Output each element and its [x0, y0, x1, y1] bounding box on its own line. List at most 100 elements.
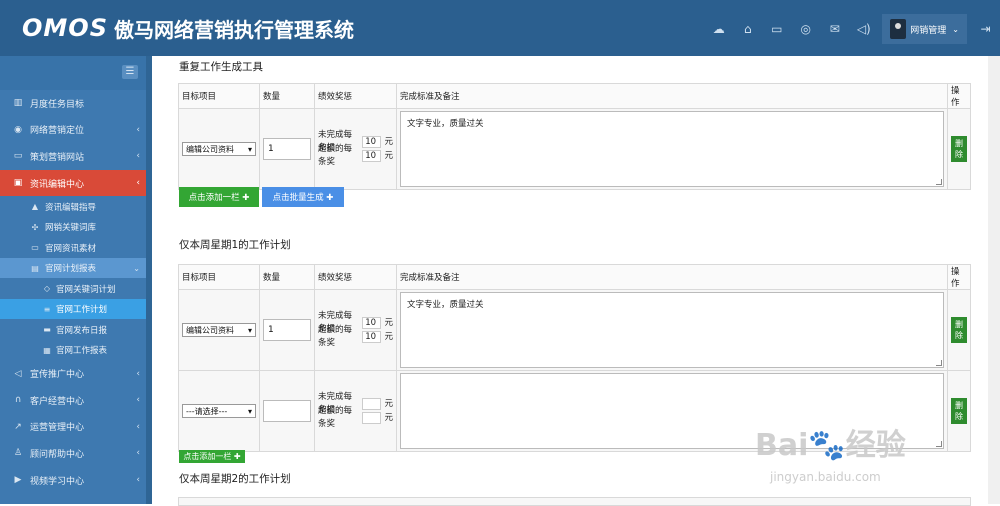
sidebar-item-website[interactable]: ▭ 策划营销网站 ‹ — [0, 143, 152, 170]
sidebar-item-help[interactable]: ♙ 顾问帮助中心 ‹ — [0, 440, 152, 467]
qty-input[interactable] — [263, 400, 311, 422]
main-scrollbar[interactable] — [988, 56, 1000, 504]
location-icon: ◉ — [14, 124, 22, 135]
sidebar-item-promotion[interactable]: ◁ 宣传推广中心 ‹ — [0, 360, 152, 387]
col-note: 完成标准及备注 — [396, 83, 948, 109]
unit-label: 元 — [384, 136, 393, 147]
list-icon: ≡ — [43, 304, 51, 314]
sidebar-subitem-keyword-plan[interactable]: ◇ 官网关键词计划 — [0, 278, 152, 299]
penalty-input[interactable] — [362, 398, 382, 410]
sidebar-subitem-work-plan[interactable]: ≡ 官网工作计划 — [0, 298, 152, 320]
target-select[interactable]: ---请选择--- ▾ — [182, 404, 256, 418]
col-target: 目标项目 — [178, 264, 260, 290]
folder-icon: ▭ — [31, 243, 39, 253]
add-row-button[interactable]: 点击添加一栏 ✚ — [179, 187, 259, 207]
unit-label: 元 — [384, 412, 393, 423]
folder-icon[interactable]: ▭ — [762, 14, 791, 44]
reward-cell: 未完成每条扣 10 元 超额的每条奖 10 元 — [314, 108, 397, 190]
target-select[interactable]: 编辑公司资料 ▾ — [182, 323, 256, 337]
logo-mark: OMOS — [22, 14, 108, 42]
sidebar-item-editing-center[interactable]: ▣ 资讯编辑中心 ‹ — [0, 169, 152, 197]
sidebar-subitem-guide[interactable]: ▲ 资讯编辑指导 — [0, 196, 152, 217]
sidebar-subitem-work-report[interactable]: ▦ 官网工作报表 — [0, 340, 152, 361]
unit-label: 元 — [384, 317, 393, 328]
target-select-value: ---请选择--- — [186, 406, 228, 416]
delete-button[interactable]: 删除 — [951, 317, 967, 343]
sidebar-subitem-label: 官网计划报表 — [45, 264, 97, 275]
logo[interactable]: OMOS 傲马网络营销执行管理系统 — [22, 14, 354, 42]
chevron-left-icon: ‹ — [136, 178, 140, 189]
qty-input[interactable]: 1 — [263, 319, 311, 341]
sidebar-top: ☰ — [0, 56, 152, 90]
note-cell: 文字专业，质量过关 — [396, 108, 948, 190]
chevron-left-icon: ‹ — [136, 151, 140, 162]
graduation-icon: ▲ — [31, 202, 39, 212]
sidebar-item-label: 运营管理中心 — [30, 423, 85, 434]
avatar — [890, 19, 907, 39]
sidebar-item-video[interactable]: ▶ 视频学习中心 ‹ — [0, 467, 152, 494]
sidebar-item-positioning[interactable]: ◉ 网络营销定位 ‹ — [0, 117, 152, 144]
col-op: 操作 — [947, 83, 971, 109]
chevron-left-icon: ‹ — [136, 421, 140, 432]
bonus-row: 超额的每条奖 10 元 — [318, 325, 393, 348]
sidebar-subitem-plan-report[interactable]: ▤ 官网计划报表 ⌄ — [0, 257, 152, 279]
mail-icon[interactable]: ✉ — [820, 14, 849, 44]
delete-button[interactable]: 删除 — [951, 136, 967, 162]
logout-icon[interactable]: ⇥ — [971, 14, 1000, 44]
app-title: 傲马网络营销执行管理系统 — [113, 17, 354, 42]
sidebar-item-customer[interactable]: ∩ 客户经营中心 ‹ — [0, 387, 152, 414]
section-title-tuesday: 仅本周星期2的工作计划 — [179, 473, 291, 485]
book-icon: ▤ — [31, 263, 39, 273]
user-name: 网销管理 — [910, 25, 947, 36]
bonus-row: 超额的每条奖 元 — [318, 406, 393, 429]
reward-fields: 未完成每条扣 10 元 超额的每条奖 10 元 — [318, 130, 393, 167]
tuesday-plan-table — [178, 497, 971, 506]
bonus-input[interactable]: 10 — [362, 150, 382, 162]
sidebar-item-label: 资讯编辑中心 — [30, 179, 85, 190]
sidebar-subitem-label: 官网资讯素材 — [45, 243, 97, 254]
sidebar-item-label: 顾问帮助中心 — [30, 449, 85, 460]
batch-generate-button[interactable]: 点击批量生成 ✚ — [262, 187, 344, 207]
headset-icon: ∩ — [14, 395, 22, 406]
note-textarea[interactable]: 文字专业，质量过关 — [400, 292, 944, 368]
sidebar-subitem-daily-report[interactable]: ▬ 官网发布日报 — [0, 319, 152, 340]
op-cell: 删除 — [947, 370, 971, 452]
volume-icon[interactable]: ◁) — [849, 14, 878, 44]
chevron-down-icon: ⌄ — [133, 263, 140, 273]
sidebar-subitem-label: 官网工作报表 — [56, 346, 108, 357]
reward-fields: 未完成每条扣元 超额的每条奖元 — [318, 392, 393, 429]
penalty-input[interactable]: 10 — [362, 136, 382, 148]
location-icon[interactable]: ◎ — [791, 14, 820, 44]
user-menu[interactable]: 网销管理 ⌄ — [882, 14, 967, 44]
watermark-logo: Bai🐾经验 — [755, 428, 906, 463]
card-icon: ▬ — [43, 325, 51, 335]
watermark-url: jingyan.baidu.com — [770, 470, 881, 484]
sidebar-subitem-materials[interactable]: ▭ 官网资讯素材 — [0, 237, 152, 258]
penalty-input[interactable]: 10 — [362, 317, 382, 329]
bonus-input[interactable] — [362, 412, 382, 424]
sidebar-subitem-label: 官网关键词计划 — [56, 284, 116, 295]
top-header: OMOS 傲马网络营销执行管理系统 ☁ ⌂ ▭ ◎ ✉ ◁) 网销管理 ⌄ ⇥ — [0, 0, 1000, 56]
target-select[interactable]: 编辑公司资料 ▾ — [182, 142, 256, 156]
bonus-input[interactable]: 10 — [362, 331, 382, 343]
delete-button[interactable]: 删除 — [951, 398, 967, 424]
bonus-label: 超额的每条奖 — [318, 406, 353, 429]
col-note: 完成标准及备注 — [396, 264, 948, 290]
cloud-icon[interactable]: ☁ — [704, 14, 733, 44]
qty-input[interactable]: 1 — [263, 138, 311, 160]
chevron-left-icon: ‹ — [136, 475, 140, 486]
menu-toggle-icon[interactable]: ☰ — [122, 65, 138, 79]
caret-down-icon: ▾ — [247, 325, 252, 335]
sidebar-item-monthly-goal[interactable]: ▥ 月度任务目标 — [0, 90, 152, 117]
sidebar-subitem-keywords[interactable]: ✣ 网销关键词库 — [0, 217, 152, 238]
target-select-value: 编辑公司资料 — [186, 144, 234, 154]
home-icon[interactable]: ⌂ — [733, 14, 762, 44]
qty-cell: 1 — [259, 289, 315, 371]
chevron-left-icon: ‹ — [136, 395, 140, 406]
sidebar-item-operations[interactable]: ↗ 运营管理中心 ‹ — [0, 414, 152, 441]
megaphone-icon: ◁ — [14, 368, 22, 379]
note-textarea[interactable]: 文字专业，质量过关 — [400, 111, 944, 187]
col-op: 操作 — [947, 264, 971, 290]
bonus-row: 超额的每条奖 10 元 — [318, 144, 393, 167]
add-row-small-button[interactable]: 点击添加一栏 ✚ — [179, 450, 245, 463]
